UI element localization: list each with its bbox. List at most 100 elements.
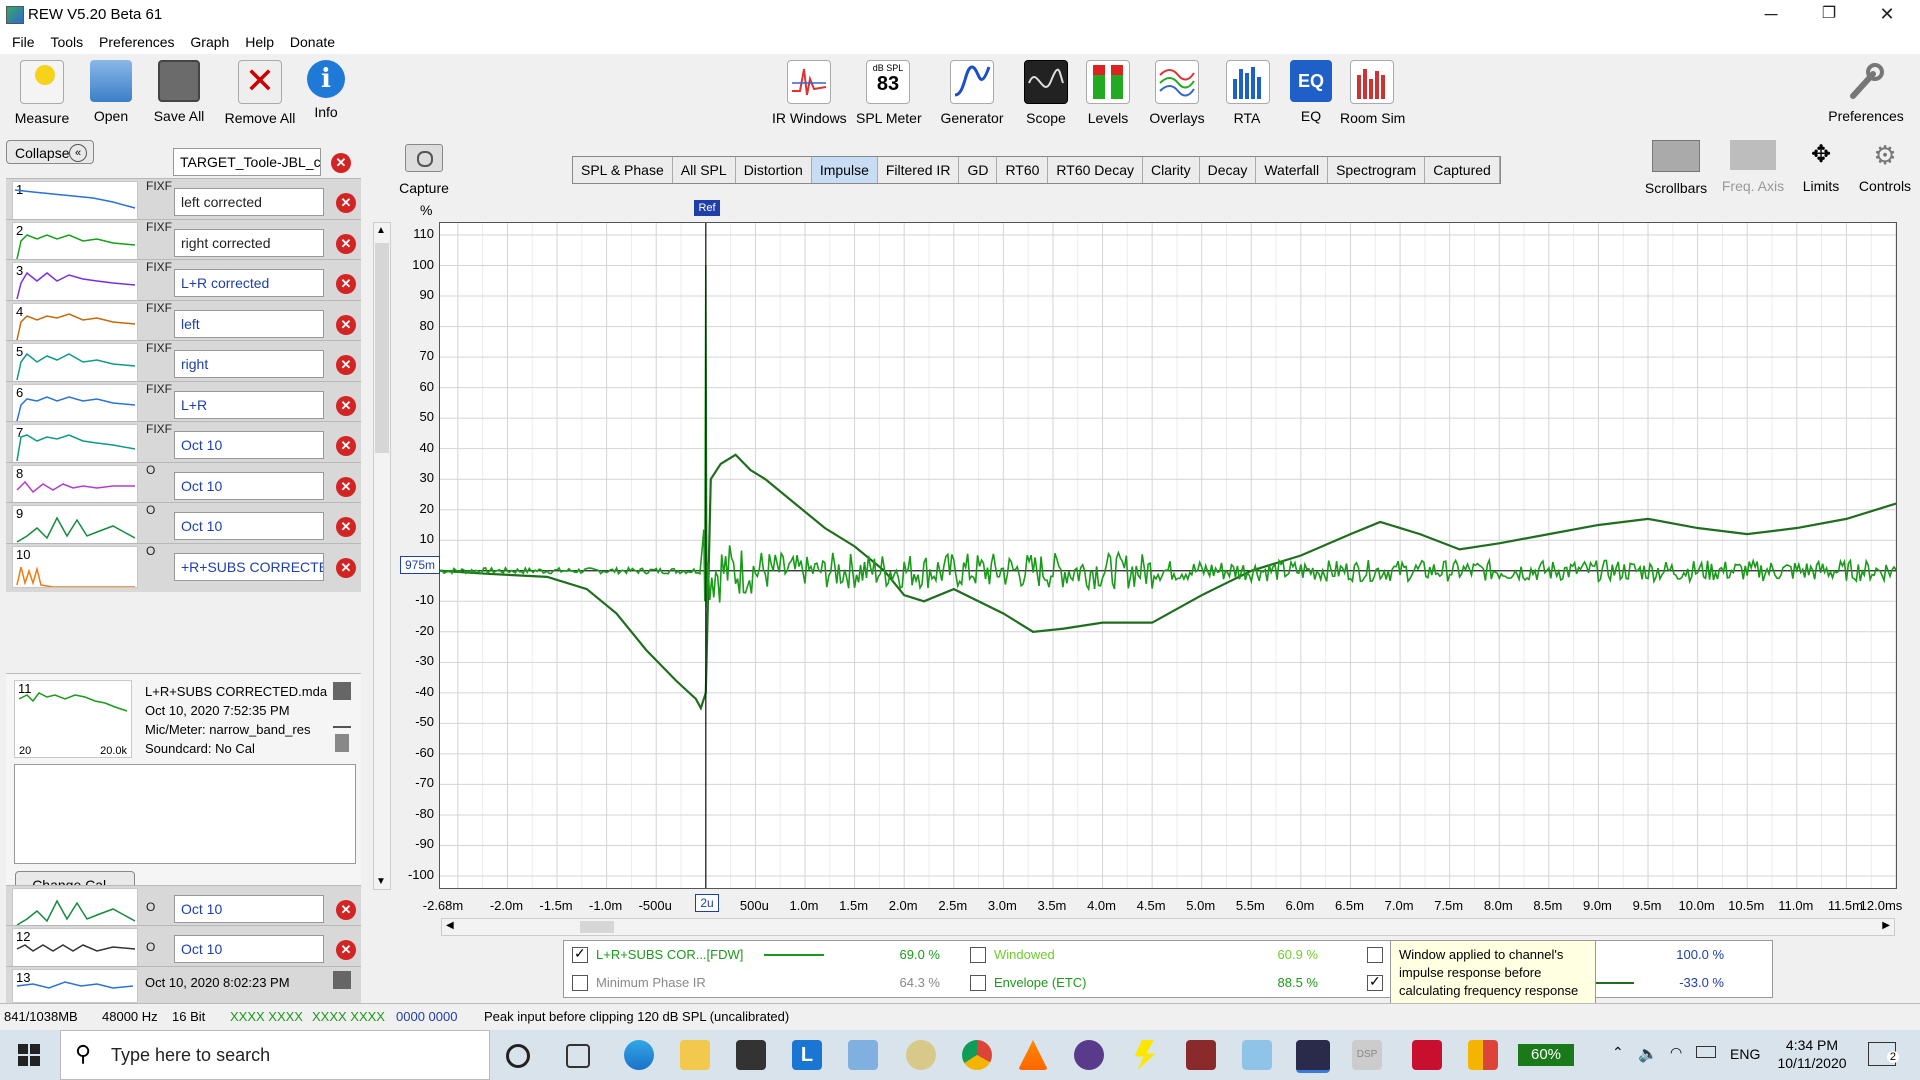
ir-windows-button[interactable]: IR Windows (772, 60, 847, 126)
tab-gd[interactable]: GD (959, 157, 998, 183)
scroll-left-icon[interactable]: ◀ (446, 920, 454, 931)
file-explorer-icon[interactable] (680, 1040, 710, 1070)
battery-meter[interactable]: 60% (1518, 1044, 1574, 1066)
measurement-row-13[interactable]: 13 Oct 10, 2020 8:02:23 PM (6, 966, 361, 1003)
measure-button[interactable]: Measure (12, 60, 72, 126)
cortana-icon[interactable] (506, 1044, 530, 1068)
maximize-button[interactable]: ❐ (1800, 0, 1858, 30)
measurement-name-field[interactable]: Oct 10 (174, 895, 324, 923)
tab-all-spl[interactable]: All SPL (673, 157, 736, 183)
tab-decay[interactable]: Decay (1200, 157, 1257, 183)
app-l-icon[interactable]: L (792, 1040, 822, 1070)
trace-checkbox-windowed[interactable] (970, 947, 986, 963)
delete-measurement-icon[interactable]: ✕ (336, 314, 356, 335)
rew-taskbar-icon[interactable] (1296, 1040, 1330, 1073)
notes-area[interactable] (14, 764, 356, 864)
delete-measurement-icon[interactable]: ✕ (336, 557, 356, 578)
h-scroll-thumb[interactable] (580, 921, 614, 933)
app-blue-icon[interactable] (848, 1040, 878, 1070)
limits-button[interactable]: ✥ Limits (1798, 140, 1844, 194)
rta-button[interactable]: RTA (1226, 60, 1270, 126)
app-yellow-red-icon[interactable] (1468, 1040, 1498, 1070)
collapse-button[interactable]: Collapse « (6, 140, 94, 164)
levels-button[interactable]: Levels (1084, 60, 1132, 126)
vlc-icon[interactable] (1018, 1040, 1048, 1070)
scroll-right-icon[interactable]: ▶ (1882, 920, 1890, 931)
spl-meter-button[interactable]: dB SPL 83 SPL Meter (856, 60, 922, 126)
capture-button[interactable]: Capture (398, 144, 450, 196)
menu-preferences[interactable]: Preferences (93, 30, 180, 50)
dsp-icon[interactable]: DSP (1352, 1040, 1382, 1070)
tab-impulse[interactable]: Impulse (811, 157, 878, 183)
store-icon[interactable] (736, 1040, 766, 1070)
tab-distortion[interactable]: Distortion (736, 157, 812, 183)
scroll-up-icon[interactable]: ▲ (376, 225, 386, 236)
eq-button[interactable]: EQ EQ (1290, 60, 1332, 124)
delete-measurement-icon[interactable]: ✕ (336, 940, 356, 960)
tab-spl-phase[interactable]: SPL & Phase (573, 157, 673, 183)
menu-donate[interactable]: Donate (284, 30, 341, 50)
language-indicator[interactable]: ENG (1730, 1046, 1760, 1062)
pencil-icon[interactable] (333, 708, 351, 728)
tab-filtered-ir[interactable]: Filtered IR (878, 157, 960, 183)
generator-button[interactable]: Generator (940, 60, 1004, 126)
edit-graph-icon[interactable] (333, 971, 351, 989)
menu-tools[interactable]: Tools (44, 30, 89, 50)
edge-icon[interactable] (624, 1040, 654, 1070)
measurement-name-field[interactable]: right corrected (174, 228, 324, 257)
trace-checkbox-minphase[interactable] (572, 975, 588, 991)
task-view-icon[interactable] (566, 1044, 590, 1068)
controls-button[interactable]: ⚙ Controls (1856, 140, 1914, 194)
left-scrollbar[interactable]: ▲ ▼ (373, 222, 391, 890)
tab-rt60[interactable]: RT60 (997, 157, 1049, 183)
measurement-name-field[interactable]: L+R corrected (174, 269, 324, 297)
delete-measurement-icon[interactable]: ✕ (336, 436, 356, 456)
measurement-name-field[interactable]: left corrected (174, 188, 324, 216)
room-sim-button[interactable]: Room Sim (1340, 60, 1405, 126)
remove-all-button[interactable]: ✕ Remove All (223, 60, 297, 126)
menu-help[interactable]: Help (239, 30, 280, 50)
measurement-name-field[interactable]: Oct 10 (174, 431, 324, 459)
trace-checkbox-window2[interactable] (1367, 973, 1383, 991)
taskbar-search-box[interactable]: ⚲ Type here to search (60, 1030, 490, 1080)
edit-graph-icon[interactable] (333, 682, 351, 700)
measurement-name-field[interactable]: +R+SUBS CORRECTED (174, 552, 324, 581)
disc-icon[interactable] (906, 1040, 936, 1070)
open-button[interactable]: Open (86, 60, 136, 124)
preferences-button[interactable]: Preferences (1826, 60, 1906, 124)
left-scroll-thumb[interactable] (375, 243, 389, 453)
delete-measurement-icon[interactable]: ✕ (336, 274, 356, 294)
app-light-blue-icon[interactable] (1242, 1040, 1272, 1070)
delete-measurement-icon[interactable]: ✕ (336, 517, 356, 537)
ref-marker[interactable]: Ref (694, 200, 720, 216)
freq-axis-button[interactable]: Freq. Axis (1718, 140, 1788, 194)
graph-horizontal-scrollbar[interactable]: ◀ ▶ (441, 918, 1895, 936)
notification-icon[interactable]: 2 (1868, 1042, 1899, 1066)
top-measurement-name[interactable]: TARGET_Toole-JBL_cu (173, 148, 321, 176)
menu-file[interactable]: File (0, 30, 41, 50)
measurement-name-field[interactable]: Oct 10 (174, 471, 324, 500)
menu-graph[interactable]: Graph (184, 30, 235, 50)
measurement-name-field[interactable]: Oct 10 (174, 935, 324, 963)
scope-button[interactable]: Scope (1024, 60, 1068, 126)
measurement-name-field[interactable]: Oct 10 (174, 512, 324, 540)
measurement-name-field[interactable]: right (174, 350, 324, 378)
wifi-icon[interactable]: ◠ (1670, 1044, 1682, 1061)
measurement-name-field[interactable]: L+R (174, 390, 324, 419)
trace-checkbox-window[interactable] (1367, 947, 1383, 963)
trace-checkbox-fdw[interactable] (572, 945, 588, 963)
tab-clarity[interactable]: Clarity (1143, 157, 1200, 183)
overlays-button[interactable]: Overlays (1148, 60, 1206, 126)
delete-measurement-icon[interactable]: ✕ (336, 355, 356, 375)
measurement-row-10[interactable]: 10 O +R+SUBS CORRECTED ✕ (6, 542, 361, 592)
close-button[interactable]: ✕ (1858, 0, 1916, 30)
notes-icon[interactable] (335, 734, 349, 752)
tray-chevron-up-icon[interactable]: ⌃ (1612, 1044, 1624, 1061)
impulse-graph[interactable] (439, 222, 1897, 889)
volume-icon[interactable]: 🔈 (1638, 1044, 1658, 1064)
battery-icon[interactable] (1696, 1046, 1716, 1058)
scroll-down-icon[interactable]: ▼ (376, 876, 386, 887)
tab-spectrogram[interactable]: Spectrogram (1328, 157, 1426, 183)
windows-start-icon[interactable] (18, 1044, 40, 1066)
delete-measurement-icon[interactable]: ✕ (336, 193, 356, 213)
